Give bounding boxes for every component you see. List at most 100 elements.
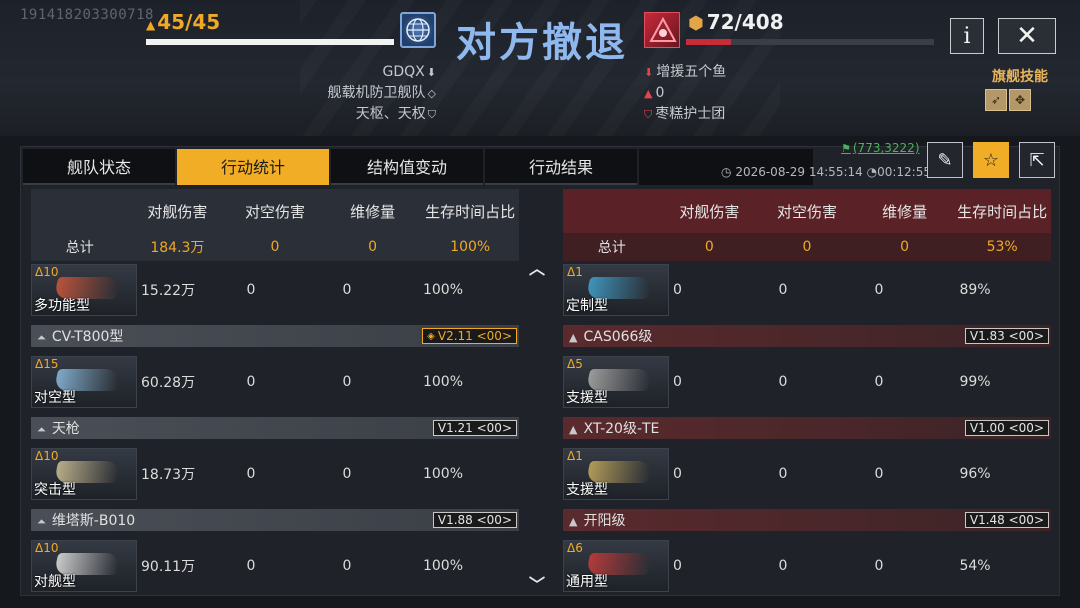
- ship-card[interactable]: Δ1 支援型: [563, 448, 669, 500]
- ship-card[interactable]: Δ15 对空型: [31, 356, 137, 408]
- scroll-up-button[interactable]: ︿: [529, 255, 545, 279]
- chevron-down-icon: ﹀: [529, 575, 546, 594]
- group-name: CAS066级: [583, 329, 653, 345]
- group-title: ▲ CAS066级: [569, 326, 652, 346]
- close-button[interactable]: ✕: [998, 18, 1056, 54]
- missile-skill-icon[interactable]: ➶: [985, 89, 1007, 111]
- ship-row[interactable]: Δ1 支援型 0 0 0 96%: [563, 445, 1051, 503]
- ship-card[interactable]: Δ5 支援型: [563, 356, 669, 408]
- my-info-line-1: GDQX ⬇: [328, 62, 436, 83]
- survival-ratio-value: 89%: [959, 282, 991, 298]
- group-title: ▲ XT-20级-TE: [569, 418, 659, 438]
- ship-row[interactable]: Δ5 支援型 0 0 0 99%: [563, 353, 1051, 411]
- shield-icon: ⛉: [427, 108, 436, 121]
- col-air-damage: 对空伤害: [244, 202, 305, 221]
- ship-row[interactable]: Δ10 突击型 18.73万 0 0 100%: [31, 445, 519, 503]
- ship-card[interactable]: Δ1 定制型: [563, 264, 669, 316]
- total-repair: 0: [368, 239, 378, 255]
- globe-icon: [400, 12, 436, 48]
- version-text: V1.83 <00>: [969, 329, 1044, 343]
- total-ship-damage: 184.3万: [150, 240, 205, 256]
- group-title: ⏶ CV-T800型: [37, 326, 123, 346]
- ship-damage-value: 15.22万: [141, 283, 196, 299]
- share-button[interactable]: ⇱: [1019, 142, 1055, 178]
- tab-fleet-status[interactable]: 舰队状态: [23, 149, 175, 185]
- version-text: V1.00 <00>: [969, 421, 1044, 435]
- total-row: 总计 184.3万 0 0 100%: [31, 233, 519, 261]
- ship-damage-value: 18.73万: [141, 467, 196, 483]
- ship-card[interactable]: Δ10 对舰型: [31, 540, 137, 592]
- tab-structure-change[interactable]: 结构值变动: [331, 149, 483, 185]
- air-damage-value: 0: [778, 466, 788, 482]
- chevron-up-icon: ︿: [529, 259, 546, 278]
- total-survival-ratio: 100%: [450, 239, 491, 255]
- col-repair: 维修量: [350, 202, 396, 221]
- ship-row[interactable]: Δ15 对空型 60.28万 0 0 100%: [31, 353, 519, 411]
- group-title: ⏶ 天枪: [37, 418, 80, 438]
- target-icon: ◈: [427, 330, 435, 342]
- battle-time: ◷ 2026-08-29 14:55:14 ◔00:12:55: [721, 165, 931, 179]
- version-badge: V1.88 <00>: [432, 512, 517, 528]
- timer-icon: ◔: [866, 165, 878, 179]
- ship-role: 对空型: [34, 390, 76, 406]
- enemy-fleet-bar-fill: [686, 39, 731, 45]
- col-survival-ratio: 生存时间占比: [957, 202, 1048, 221]
- enemy-player-name: 增援五个鱼: [656, 64, 727, 80]
- repair-value: 0: [342, 282, 352, 298]
- ship-group-header: ⏶ 天枪 V1.21 <00>: [31, 417, 519, 439]
- scroll-down-button[interactable]: ﹀: [529, 571, 545, 595]
- stats-panel: 舰队状态 行动统计 结构值变动 行动结果 ⚑ (773,3222) ◷ 2026-…: [20, 141, 1060, 596]
- target-skill-icon[interactable]: ✥: [1009, 89, 1031, 111]
- col-survival-ratio: 生存时间占比: [425, 202, 516, 221]
- ship-group-header: ▲ CAS066级 V1.83 <00>: [563, 325, 1051, 347]
- group-name: CV-T800型: [51, 329, 124, 345]
- triangle-icon: ▲: [146, 18, 156, 32]
- battle-header: 191418203300718 ▲ 45/45 对方撤退 ⬢ 72/408 i ✕ …: [0, 0, 1080, 136]
- air-damage-value: 0: [778, 374, 788, 390]
- enemy-info-line-2: ▲ 0: [644, 83, 726, 104]
- survival-ratio-value: 99%: [959, 374, 991, 390]
- my-player-name: GDQX: [382, 64, 425, 80]
- ship-card[interactable]: Δ6 通用型: [563, 540, 669, 592]
- flagship-skill-icons: ➶ ✥: [985, 89, 1031, 111]
- edit-button[interactable]: ✎: [927, 142, 963, 178]
- repair-value: 0: [874, 558, 884, 574]
- col-ship-damage: 对舰伤害: [147, 202, 208, 221]
- version-text: V1.21 <00>: [437, 421, 512, 435]
- battle-result-title: 对方撤退: [456, 20, 628, 66]
- ship-damage-value: 0: [673, 374, 682, 390]
- enemy-fleet-info: ⬇ 增援五个鱼 ▲ 0 ⛉ 枣糕护士团: [644, 62, 726, 125]
- tab-action-result[interactable]: 行动结果: [485, 149, 637, 185]
- ship-row[interactable]: Δ6 通用型 0 0 0 54%: [563, 537, 1051, 595]
- ship-row[interactable]: Δ10 多功能型 15.22万 0 0 100%: [31, 261, 519, 319]
- coordinates-value: (773,3222): [852, 141, 920, 155]
- tab-action-stats[interactable]: 行动统计: [177, 149, 329, 185]
- air-damage-value: 0: [246, 466, 256, 482]
- ship-row[interactable]: Δ10 对舰型 90.11万 0 0 100%: [31, 537, 519, 595]
- ship-group-header: ▲ 开阳级 V1.48 <00>: [563, 509, 1051, 531]
- ship-row[interactable]: Δ1 定制型 0 0 0 89%: [563, 261, 1051, 319]
- ship-group-header: ⏶ 维塔斯-B010 V1.88 <00>: [31, 509, 519, 531]
- ship-level: Δ10: [35, 449, 59, 463]
- ship-level: Δ5: [567, 357, 583, 371]
- total-ship-damage: 0: [704, 239, 714, 255]
- repair-value: 0: [874, 282, 884, 298]
- col-repair: 维修量: [882, 202, 928, 221]
- favorite-button[interactable]: ☆: [973, 142, 1009, 178]
- ship-damage-value: 0: [673, 282, 682, 298]
- coordinates-link[interactable]: ⚑ (773,3222): [841, 141, 920, 155]
- version-badge: ◈ V2.11 <00>: [422, 328, 517, 344]
- info-button[interactable]: i: [950, 18, 984, 54]
- enemy-fleet-count: ⬢ 72/408: [688, 10, 784, 34]
- ship-role: 对舰型: [34, 574, 76, 590]
- repair-value: 0: [342, 374, 352, 390]
- my-fleet-count-value: 45/45: [157, 10, 221, 34]
- fleet-rank-icon: ⏶: [37, 423, 46, 436]
- ship-card[interactable]: Δ10 突击型: [31, 448, 137, 500]
- hexagon-icon: ⬢: [688, 13, 704, 34]
- ship-level: Δ6: [567, 541, 583, 555]
- clock-icon: ◷: [721, 165, 732, 179]
- total-repair: 0: [900, 239, 910, 255]
- ship-card[interactable]: Δ10 多功能型: [31, 264, 137, 316]
- repair-value: 0: [342, 466, 352, 482]
